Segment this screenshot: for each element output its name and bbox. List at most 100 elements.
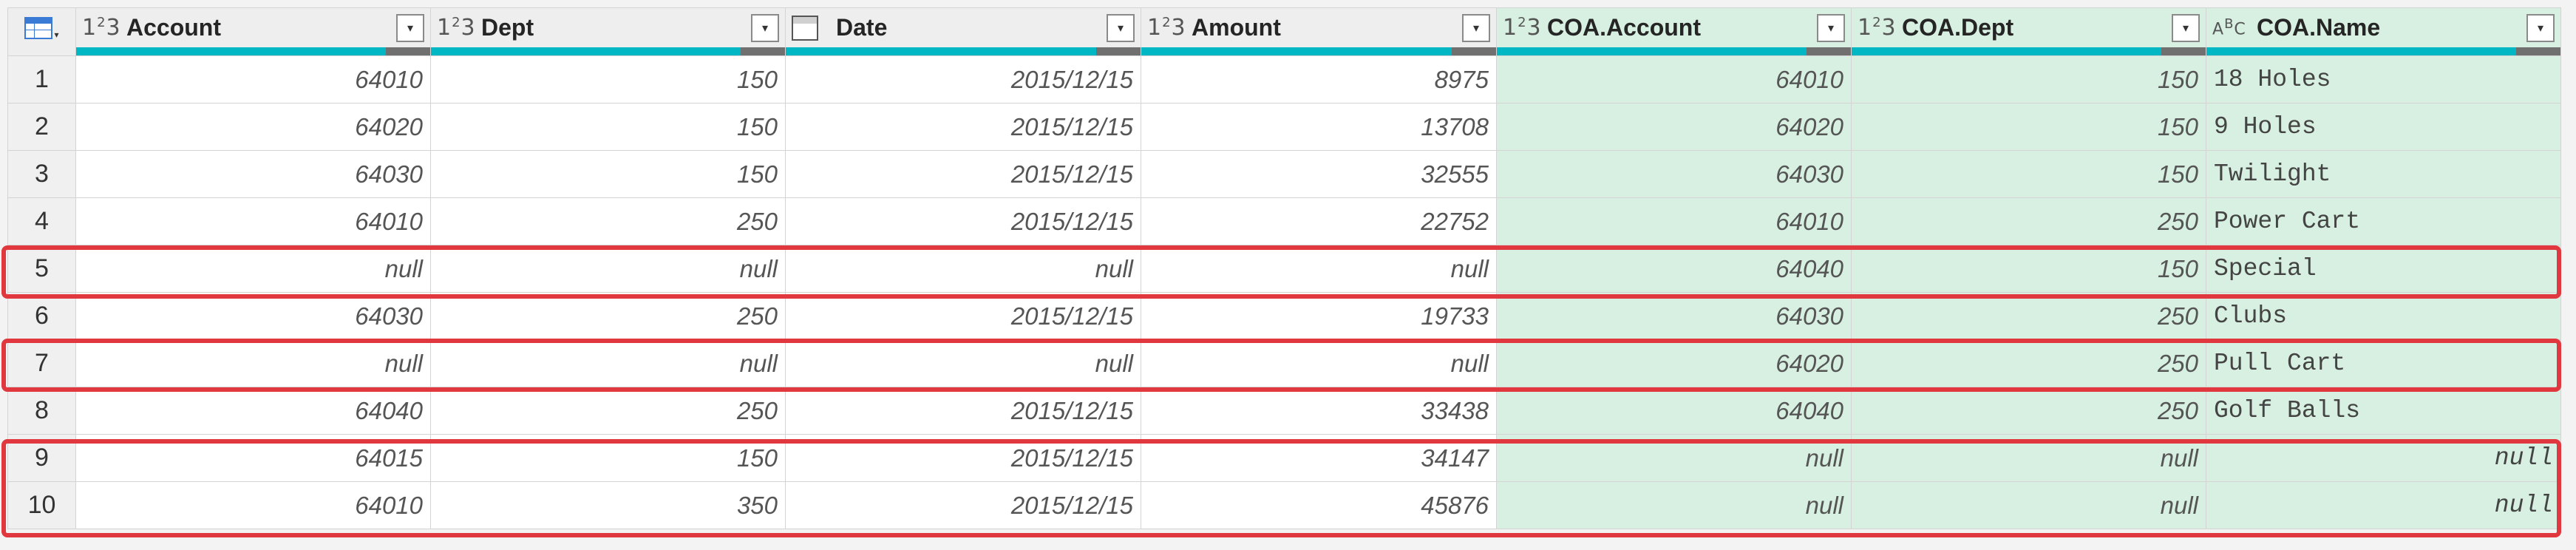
table-cell[interactable]: Clubs (2206, 292, 2561, 340)
table-row[interactable]: 6 64030 250 2015/12/15 19733 64030 250 Clubs (7, 292, 2561, 340)
table-cell[interactable]: 19733 (1141, 292, 1497, 340)
table-cell[interactable]: 150 (430, 55, 786, 103)
table-cell[interactable]: 2015/12/15 (785, 103, 1141, 151)
table-cell[interactable]: 64010 (1496, 197, 1852, 245)
column-header-date[interactable]: Date ▾ (785, 7, 1141, 56)
table-row[interactable]: 8 64040 250 2015/12/15 33438 64040 250 Golf Bal… (7, 387, 2561, 435)
row-number[interactable]: 1 (7, 55, 76, 103)
table-cell[interactable]: Pull Cart (2206, 339, 2561, 387)
null-cell[interactable]: null (785, 339, 1141, 387)
table-row[interactable]: 5 null null null null 64040 150 Special (7, 245, 2561, 293)
table-cell[interactable]: 250 (1851, 197, 2206, 245)
null-cell[interactable]: null (75, 339, 431, 387)
table-cell[interactable]: 64010 (75, 197, 431, 245)
table-row[interactable]: 7 null null null null 64020 250 Pull Cart (7, 339, 2561, 387)
column-header-dept[interactable]: 123 Dept ▾ (430, 7, 786, 56)
table-cell[interactable]: Golf Balls (2206, 387, 2561, 435)
table-cell[interactable]: 150 (430, 434, 786, 482)
row-number[interactable]: 3 (7, 150, 76, 198)
column-filter-button[interactable]: ▾ (751, 13, 779, 42)
table-cell[interactable]: 45876 (1141, 481, 1497, 529)
table-cell[interactable]: 2015/12/15 (785, 150, 1141, 198)
row-number[interactable]: 8 (7, 387, 76, 435)
table-row[interactable]: 1 64010 150 2015/12/15 8975 64010 150 18 Holes (7, 55, 2561, 103)
table-row[interactable]: 9 64015 150 2015/12/15 34147 null null null (7, 434, 2561, 482)
table-cell[interactable]: 9 Holes (2206, 103, 2561, 151)
table-cell[interactable]: 2015/12/15 (785, 197, 1141, 245)
null-cell[interactable]: null (430, 339, 786, 387)
null-cell[interactable]: null (1496, 434, 1852, 482)
table-cell[interactable]: 350 (430, 481, 786, 529)
table-cell[interactable]: 18 Holes (2206, 55, 2561, 103)
row-number[interactable]: 2 (7, 103, 76, 151)
table-cell[interactable]: 64020 (1496, 339, 1852, 387)
table-cell[interactable]: Twilight (2206, 150, 2561, 198)
column-header-coa-dept[interactable]: 123 COA.Dept ▾ (1851, 7, 2206, 56)
column-filter-button[interactable]: ▾ (1107, 13, 1135, 42)
table-cell[interactable]: 32555 (1141, 150, 1497, 198)
table-cell[interactable]: 64010 (75, 55, 431, 103)
table-cell[interactable]: 22752 (1141, 197, 1497, 245)
table-cell[interactable]: 2015/12/15 (785, 55, 1141, 103)
table-cell[interactable]: 2015/12/15 (785, 292, 1141, 340)
row-number[interactable]: 7 (7, 339, 76, 387)
table-cell[interactable]: 34147 (1141, 434, 1497, 482)
table-row[interactable]: 4 64010 250 2015/12/15 22752 64010 250 Power Ca… (7, 197, 2561, 245)
table-cell[interactable]: 64015 (75, 434, 431, 482)
table-cell[interactable]: 2015/12/15 (785, 481, 1141, 529)
table-cell[interactable]: 250 (430, 197, 786, 245)
table-cell[interactable]: 2015/12/15 (785, 434, 1141, 482)
table-cell[interactable]: 64040 (1496, 245, 1852, 293)
null-cell[interactable]: null (430, 245, 786, 293)
column-filter-button[interactable]: ▾ (2526, 13, 2555, 42)
table-cell[interactable]: 64030 (1496, 150, 1852, 198)
null-cell[interactable]: null (1141, 339, 1497, 387)
table-row[interactable]: 10 64010 350 2015/12/15 45876 null null null (7, 481, 2561, 529)
table-cell[interactable]: 64010 (1496, 55, 1852, 103)
null-cell[interactable]: null (2206, 481, 2561, 529)
column-filter-button[interactable]: ▾ (2172, 13, 2200, 42)
table-cell[interactable]: 250 (1851, 292, 2206, 340)
null-cell[interactable]: null (1851, 434, 2206, 482)
column-filter-button[interactable]: ▾ (1462, 13, 1490, 42)
table-cell[interactable]: 64040 (1496, 387, 1852, 435)
table-row[interactable]: 3 64030 150 2015/12/15 32555 64030 150 Twilight (7, 150, 2561, 198)
column-header-coa-account[interactable]: 123 COA.Account ▾ (1496, 7, 1852, 56)
table-cell[interactable]: 250 (1851, 339, 2206, 387)
table-row[interactable]: 2 64020 150 2015/12/15 13708 64020 150 9 Holes (7, 103, 2561, 151)
table-cell[interactable]: 150 (1851, 55, 2206, 103)
row-number[interactable]: 6 (7, 292, 76, 340)
table-cell[interactable]: 64020 (75, 103, 431, 151)
table-menu-button[interactable]: ▾ (7, 7, 76, 56)
null-cell[interactable]: null (1496, 481, 1852, 529)
table-cell[interactable]: 250 (430, 292, 786, 340)
table-cell[interactable]: 8975 (1141, 55, 1497, 103)
column-header-amount[interactable]: 123 Amount ▾ (1141, 7, 1497, 56)
table-cell[interactable]: 33438 (1141, 387, 1497, 435)
table-cell[interactable]: 64030 (75, 292, 431, 340)
row-number[interactable]: 9 (7, 434, 76, 482)
table-cell[interactable]: 150 (1851, 150, 2206, 198)
table-cell[interactable]: 150 (1851, 245, 2206, 293)
table-cell[interactable]: 64010 (75, 481, 431, 529)
table-cell[interactable]: 250 (1851, 387, 2206, 435)
table-cell[interactable]: Power Cart (2206, 197, 2561, 245)
row-number[interactable]: 4 (7, 197, 76, 245)
table-cell[interactable]: 250 (430, 387, 786, 435)
table-cell[interactable]: 64030 (75, 150, 431, 198)
table-cell[interactable]: 2015/12/15 (785, 387, 1141, 435)
null-cell[interactable]: null (75, 245, 431, 293)
row-number[interactable]: 10 (7, 481, 76, 529)
column-filter-button[interactable]: ▾ (396, 13, 424, 42)
column-header-coa-name[interactable]: ABC COA.Name ▾ (2206, 7, 2561, 56)
table-cell[interactable]: 64020 (1496, 103, 1852, 151)
null-cell[interactable]: null (1851, 481, 2206, 529)
table-cell[interactable]: 64030 (1496, 292, 1852, 340)
null-cell[interactable]: null (785, 245, 1141, 293)
table-cell[interactable]: 64040 (75, 387, 431, 435)
row-number[interactable]: 5 (7, 245, 76, 293)
table-cell[interactable]: 150 (430, 150, 786, 198)
table-cell[interactable]: 150 (1851, 103, 2206, 151)
table-cell[interactable]: 150 (430, 103, 786, 151)
table-cell[interactable]: Special (2206, 245, 2561, 293)
